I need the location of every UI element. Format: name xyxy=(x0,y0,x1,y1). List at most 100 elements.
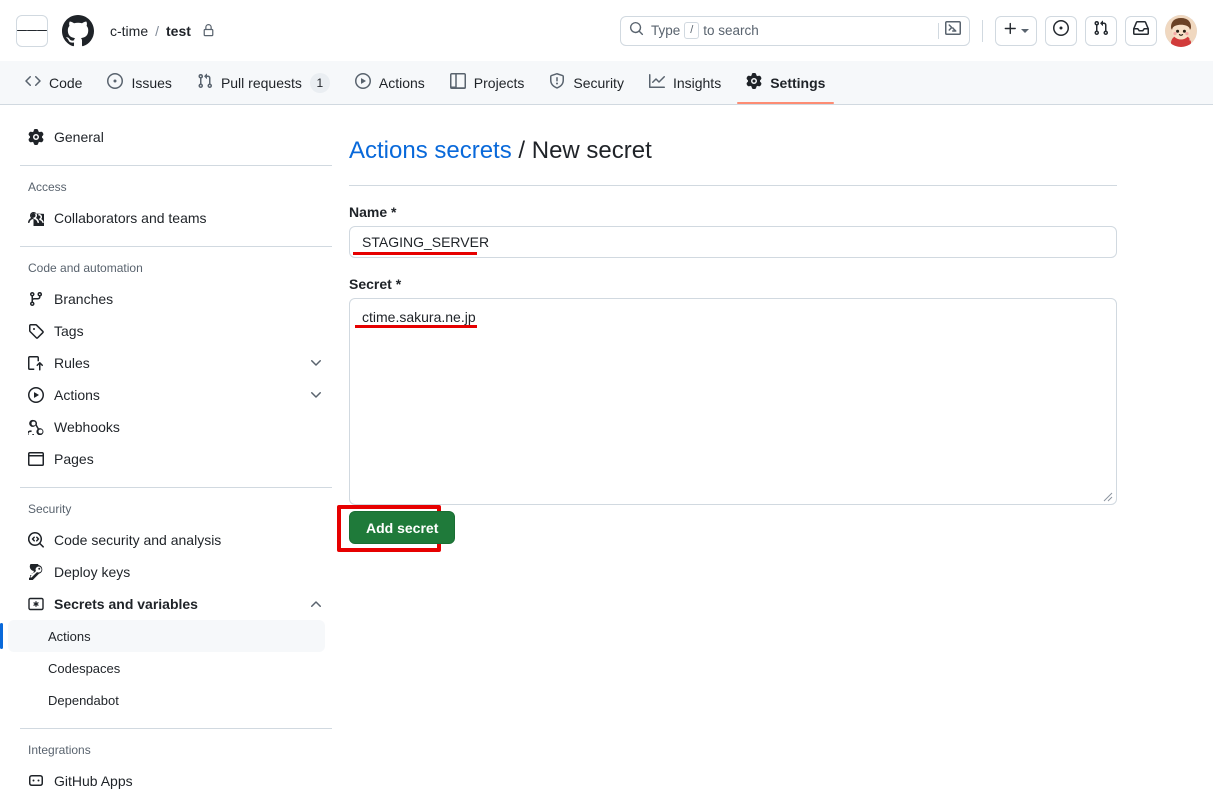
title-divider xyxy=(349,185,1117,186)
notifications-button[interactable] xyxy=(1125,15,1157,46)
resize-handle-icon[interactable] xyxy=(1101,489,1113,502)
search-divider xyxy=(938,22,939,39)
chevron-up-icon[interactable] xyxy=(308,596,324,612)
sidebar-item-branches[interactable]: Branches xyxy=(20,283,332,315)
page-title-current: New secret xyxy=(531,137,652,164)
sidebar-item-label: Rules xyxy=(54,355,90,371)
sidebar-subitem-codespaces[interactable]: Codespaces xyxy=(8,652,325,684)
sidebar-item-label: GitHub Apps xyxy=(54,773,133,789)
breadcrumb-separator: / xyxy=(155,22,160,39)
sidebar-item-label: Webhooks xyxy=(54,419,120,435)
codescan-icon xyxy=(28,532,44,548)
sidebar-section-access: Access xyxy=(28,180,67,194)
pull-requests-count: 1 xyxy=(309,72,330,93)
rules-icon xyxy=(28,355,44,371)
tab-security[interactable]: Security xyxy=(540,61,633,104)
page-title-link[interactable]: Actions secrets xyxy=(349,137,512,164)
sidebar-subitem-dependabot[interactable]: Dependabot xyxy=(8,684,325,716)
chevron-down-icon[interactable] xyxy=(308,355,324,371)
breadcrumb-repo[interactable]: test xyxy=(166,23,191,39)
sidebar-divider xyxy=(20,728,332,729)
issue-opened-icon xyxy=(1053,20,1069,41)
page-title-separator: / xyxy=(518,137,526,164)
name-field-label: Name * xyxy=(349,204,397,220)
gear-icon xyxy=(746,73,762,92)
plus-icon xyxy=(1003,21,1018,41)
tab-label: Projects xyxy=(473,74,525,91)
tab-label: Actions xyxy=(378,74,425,91)
tab-label: Pull requests xyxy=(220,74,302,91)
settings-sidebar: General Access Collaborators and teams C… xyxy=(0,105,340,803)
github-logo-icon[interactable] xyxy=(62,14,94,47)
sidebar-item-label: Tags xyxy=(54,323,84,339)
sidebar-item-pages[interactable]: Pages xyxy=(20,443,332,475)
search-input[interactable]: Type / to search xyxy=(620,15,970,46)
sidebar-item-code-security-and-analysis[interactable]: Code security and analysis xyxy=(20,524,332,556)
main-content: Actions secrets / New secret Name * Secr… xyxy=(337,105,1119,552)
sidebar-item-github-apps[interactable]: GitHub Apps xyxy=(20,765,332,797)
annotation-underline-name xyxy=(353,252,477,255)
pull-requests-button[interactable] xyxy=(1085,15,1117,46)
git-pull-request-icon xyxy=(1093,20,1109,41)
table-icon xyxy=(449,73,466,92)
git-branch-icon xyxy=(28,291,44,307)
create-new-menu[interactable] xyxy=(995,15,1037,46)
sidebar-section-security: Security xyxy=(28,502,72,516)
sidebar-subitem-actions[interactable]: Actions xyxy=(0,620,325,652)
breadcrumb: c-time / test xyxy=(110,23,215,39)
sidebar-item-deploy-keys[interactable]: Deploy keys xyxy=(20,556,332,588)
sidebar-subitem-label: Dependabot xyxy=(48,692,119,708)
browser-icon xyxy=(28,451,44,467)
submit-area: Add secret xyxy=(337,505,459,552)
sidebar-item-label: Actions xyxy=(54,387,100,403)
sidebar-item-label: General xyxy=(54,129,104,145)
play-icon xyxy=(28,387,44,403)
tab-code[interactable]: Code xyxy=(16,61,91,104)
tab-projects[interactable]: Projects xyxy=(441,61,534,104)
tab-pull-requests[interactable]: Pull requests 1 xyxy=(188,61,339,104)
graph-icon xyxy=(648,73,665,92)
search-icon xyxy=(629,21,644,41)
sidebar-item-label: Branches xyxy=(54,291,114,307)
sidebar-item-label: Secrets and variables xyxy=(54,596,198,612)
secret-textarea[interactable]: ctime.sakura.ne.jp xyxy=(349,298,1117,505)
sidebar-item-label: Deploy keys xyxy=(54,564,131,580)
breadcrumb-owner[interactable]: c-time xyxy=(110,23,148,39)
sidebar-divider xyxy=(20,246,332,247)
lock-icon xyxy=(202,24,215,37)
tab-settings[interactable]: Settings xyxy=(737,61,835,104)
sidebar-item-webhooks[interactable]: Webhooks xyxy=(20,411,332,443)
add-secret-button[interactable]: Add secret xyxy=(349,511,456,544)
tab-label: Insights xyxy=(672,74,722,91)
sidebar-item-collaborators-and-teams[interactable]: Collaborators and teams xyxy=(20,202,332,234)
tab-label: Settings xyxy=(770,74,826,91)
name-input-wrapper xyxy=(349,226,1117,258)
shield-icon xyxy=(549,73,565,92)
sidebar-item-label: Collaborators and teams xyxy=(54,210,207,226)
secret-textarea-value: ctime.sakura.ne.jp xyxy=(362,309,476,325)
sidebar-item-rules[interactable]: Rules xyxy=(20,347,332,379)
tab-label: Code xyxy=(49,74,83,91)
sidebar-item-tags[interactable]: Tags xyxy=(20,315,332,347)
header-actions: Type / to search xyxy=(620,14,1197,47)
sidebar-subitem-label: Actions xyxy=(48,628,91,644)
chevron-down-icon[interactable] xyxy=(308,387,324,403)
inbox-icon xyxy=(1133,20,1149,41)
issues-button[interactable] xyxy=(1045,15,1077,46)
avatar[interactable] xyxy=(1165,14,1197,47)
annotation-underline-secret xyxy=(355,325,477,328)
sidebar-item-general[interactable]: General xyxy=(20,121,332,153)
repo-navigation: Code Issues Pull requests 1 Actions Proj… xyxy=(0,61,1213,105)
command-palette-icon[interactable] xyxy=(945,20,961,41)
hamburger-menu-icon[interactable] xyxy=(16,14,48,47)
tag-icon xyxy=(28,323,44,339)
tab-actions[interactable]: Actions xyxy=(346,61,434,104)
sidebar-item-actions[interactable]: Actions xyxy=(20,379,332,411)
slash-key-badge: / xyxy=(684,22,700,39)
tab-issues[interactable]: Issues xyxy=(98,61,180,104)
issue-opened-icon xyxy=(107,73,124,92)
gear-icon xyxy=(28,129,44,145)
sidebar-item-secrets-and-variables[interactable]: Secrets and variables xyxy=(20,588,332,620)
sidebar-divider xyxy=(20,487,332,488)
tab-insights[interactable]: Insights xyxy=(640,61,730,104)
